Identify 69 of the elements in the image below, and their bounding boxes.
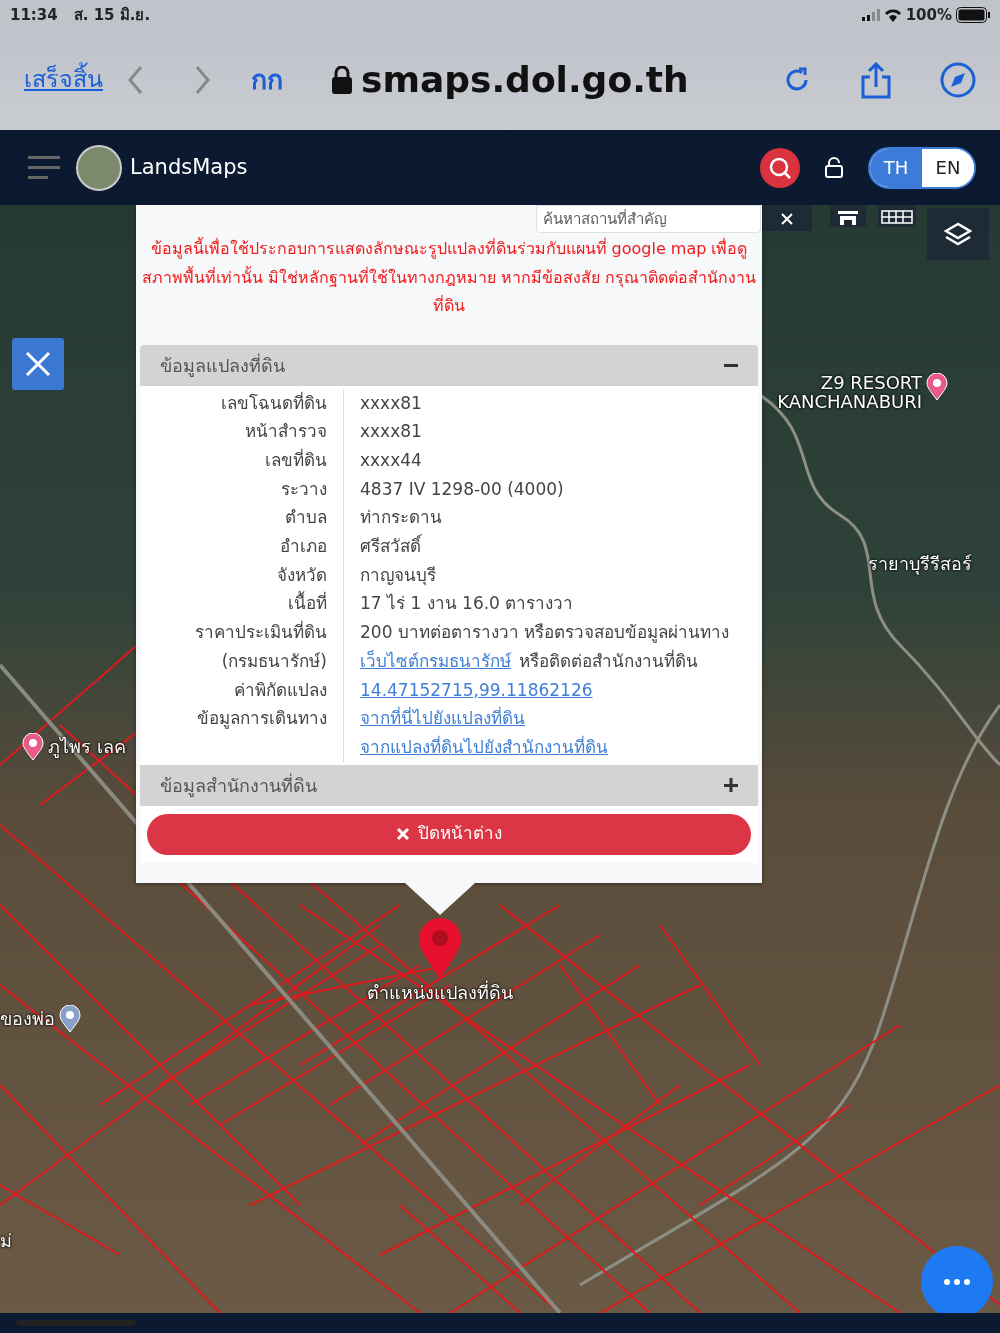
disclaimer-text: ข้อมูลนี้เพื่อใช้ประกอบการแสดงลักษณะรูปแปลงที่ดินร่วมกับแผนที่ google map เพื่อดูสภาพพื้นที่เท่านั้น มิใช่หลักฐานที่ใช้ในทางกฎหมาย หากมีข้อสงสัย กรุณาติดต่อสำนักงานที่ดิน	[140, 236, 758, 317]
battery-icon	[956, 7, 990, 23]
location-marker-icon	[418, 917, 462, 979]
section-title: ข้อมูลแปลงที่ดิน	[160, 352, 285, 379]
field-link[interactable]: 14.47152715,99.11862126	[360, 675, 593, 705]
done-link[interactable]: เสร็จสิ้น	[24, 62, 103, 98]
text-size-button[interactable]: กก	[251, 59, 283, 101]
app-title: LandsMaps	[130, 153, 248, 181]
field-value: 4837 IV 1298-00 (4000)	[360, 477, 564, 501]
building-icon[interactable]	[830, 205, 866, 227]
lock-icon[interactable]	[824, 157, 844, 178]
section-header[interactable]: ข้อมูลแปลงที่ดิน	[140, 344, 758, 386]
field-value: xxxx81	[360, 391, 422, 415]
map-place-label: ม่	[0, 1229, 12, 1253]
signal-icon	[861, 9, 880, 21]
search-field[interactable]: ค้นหาสถานที่สำคัญ	[536, 205, 761, 233]
layers-button[interactable]	[927, 208, 989, 260]
field-value: ศรีสวัสดิ์	[360, 533, 421, 558]
draw-tool-button[interactable]	[12, 338, 64, 390]
field-label: ระวาง	[280, 477, 327, 501]
field-label: เนื้อที่	[287, 590, 327, 616]
map-pin-icon[interactable]	[59, 1005, 81, 1033]
field-value: xxxx44	[360, 448, 422, 472]
compass-icon[interactable]	[940, 62, 976, 98]
close-icon	[780, 211, 794, 226]
field-label: เลขที่ดิน	[264, 447, 327, 472]
share-icon[interactable]	[860, 61, 892, 99]
field-label: ตำบล	[284, 506, 327, 530]
field-value: xxxx81	[360, 420, 422, 444]
close-icon	[396, 827, 410, 842]
seal-logo	[76, 144, 122, 191]
field-label: ข้อมูลการเดินทาง	[196, 707, 327, 731]
close-search-button[interactable]	[762, 205, 812, 231]
field-label: อำเภอ	[279, 535, 327, 558]
section-header[interactable]: ข้อมูลสำนักงานที่ดิน	[140, 764, 758, 806]
field-link[interactable]: เว็บไซต์กรมธนารักษ์	[360, 646, 511, 676]
map-place-label: Z9 RESORT KANCHANABURI	[776, 373, 922, 411]
search-button[interactable]	[760, 147, 800, 188]
grid-icon[interactable]	[878, 205, 916, 227]
map-pin-icon[interactable]	[22, 733, 44, 761]
field-value: กาญจนบุรี	[360, 563, 436, 588]
field-label: หน้าสำรวจ	[244, 420, 327, 444]
status-date: ส. 15 มิ.ย.	[73, 4, 151, 26]
more-icon	[944, 1279, 970, 1285]
field-value: ท่ากระดาน	[360, 506, 442, 530]
language-tab[interactable]: TH	[870, 148, 922, 187]
field-link[interactable]: จากแปลงที่ดินไปยังสำนักงานที่ดิน	[360, 732, 608, 762]
lock-icon	[331, 66, 353, 94]
field-label: ค่าพิกัดแปลง	[233, 678, 327, 702]
field-value: 17 ไร่ 1 งาน 16.0 ตารางวา	[360, 592, 574, 616]
menu-icon[interactable]	[28, 156, 60, 179]
field-label: จังหวัด	[276, 563, 327, 587]
field-label: ราคาประเมินที่ดิน	[194, 619, 327, 645]
status-time: 11:34	[10, 4, 58, 26]
url-text[interactable]: smaps.dol.go.th	[361, 53, 689, 107]
field-label: เลขโฉนดที่ดิน	[220, 390, 327, 415]
field-link[interactable]: จากที่นี่ไปยังแปลงที่ดิน	[360, 704, 525, 733]
search-icon	[769, 156, 791, 179]
field-label: (กรมธนารักษ์)	[220, 649, 327, 673]
close-window-button[interactable]: ปิดหน้าต่าง	[147, 813, 751, 855]
wifi-icon	[883, 8, 902, 22]
layers-icon	[944, 222, 972, 246]
field-value: 200 บาทต่อตารางวา หรือตรวจสอบข้อมูลผ่านทาง	[360, 621, 730, 645]
field-value: หรือติดต่อสำนักงานที่ดิน	[519, 648, 698, 673]
map-pin-icon[interactable]	[926, 373, 948, 401]
section-title: ข้อมูลสำนักงานที่ดิน	[160, 772, 317, 799]
expand-icon[interactable]	[724, 778, 738, 793]
battery-percent: 100%	[905, 4, 952, 26]
map-place-label: รายาบุรีรีสอร์	[868, 552, 972, 577]
